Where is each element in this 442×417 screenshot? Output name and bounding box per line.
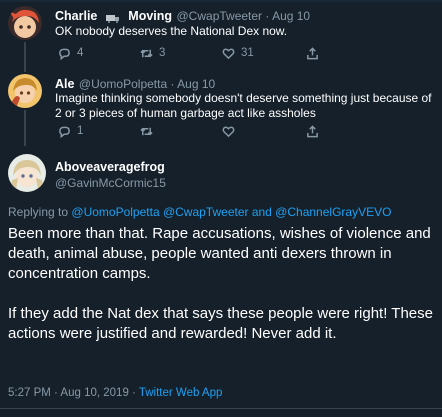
thread-tweet-ale[interactable]: Ale @UomoPolpetta · Aug 10 Imagine think… [0, 68, 442, 148]
moving-emoji [105, 11, 120, 23]
avatar[interactable] [8, 74, 42, 108]
reply-count: 1 [77, 125, 84, 137]
like-button[interactable] [222, 124, 235, 138]
retweet-icon [140, 127, 153, 135]
display-name-suffix[interactable]: Moving [128, 9, 172, 23]
tweet-text: OK nobody deserves the National Dex now. [55, 24, 288, 38]
display-name[interactable]: Ale [55, 77, 74, 91]
retweet-icon [140, 49, 153, 57]
replying-to-label: Replying to [8, 205, 69, 219]
retweet-button[interactable] [140, 124, 153, 138]
tweet-actions: 1 [58, 124, 438, 138]
user-handle[interactable]: @GavinMcCormic15 [55, 176, 166, 190]
reply-count: 4 [77, 47, 84, 59]
tweet-paragraph: Been more than that. Rape accusations, w… [8, 225, 431, 282]
reply-button[interactable]: 1 [58, 124, 83, 138]
share-icon [307, 46, 318, 59]
tweet-text: Been more than that. Rape accusations, w… [8, 224, 438, 364]
replying-to: Replying to @UomoPolpetta @CwapTweeter a… [8, 205, 391, 219]
like-button[interactable]: 31 [222, 46, 254, 60]
like-icon [222, 126, 235, 137]
share-button[interactable] [306, 46, 319, 60]
like-count: 31 [241, 47, 254, 59]
thread-tweet-charlie[interactable]: Charlie Moving @CwapTweeter · Aug 10 OK … [0, 0, 442, 72]
tweet-time[interactable]: Aug 10 [177, 77, 215, 91]
tweet-timestamp[interactable]: 5:27 PM · Aug 10, 2019 · [8, 387, 136, 399]
like-icon [222, 48, 235, 59]
tweet-time[interactable]: Aug 10 [272, 9, 310, 23]
thread-line [24, 110, 26, 146]
reply-icon [59, 126, 70, 138]
avatar[interactable] [8, 6, 42, 40]
divider [0, 408, 442, 409]
tweet-paragraph: If they add the Nat dex that says these … [8, 305, 433, 342]
avatar[interactable] [8, 154, 46, 192]
display-name[interactable]: Aboveaveragefrog [55, 160, 165, 174]
share-button[interactable] [306, 124, 319, 138]
reply-icon [59, 48, 70, 60]
share-icon [307, 124, 318, 137]
retweet-button[interactable]: 3 [140, 46, 165, 60]
tweet-actions: 4 3 31 [58, 46, 438, 60]
display-name[interactable]: Charlie [55, 9, 97, 23]
tweet-header: Charlie Moving @CwapTweeter · Aug 10 [55, 9, 311, 23]
reply-button[interactable]: 4 [58, 46, 83, 60]
tweet-text: Imagine thinking somebody doesn't deserv… [55, 91, 432, 120]
user-handle[interactable]: @UomoPolpetta [79, 77, 167, 91]
replying-to-links[interactable]: @UomoPolpetta @CwapTweeter and @ChannelG… [71, 205, 391, 219]
tweet-source[interactable]: Twitter Web App [139, 387, 223, 399]
user-handle[interactable]: @CwapTweeter [177, 9, 263, 23]
retweet-count: 3 [159, 47, 166, 59]
tweet-header: Ale @UomoPolpetta · Aug 10 [55, 77, 216, 91]
tweet-meta: 5:27 PM · Aug 10, 2019 · Twitter Web App [8, 387, 222, 399]
